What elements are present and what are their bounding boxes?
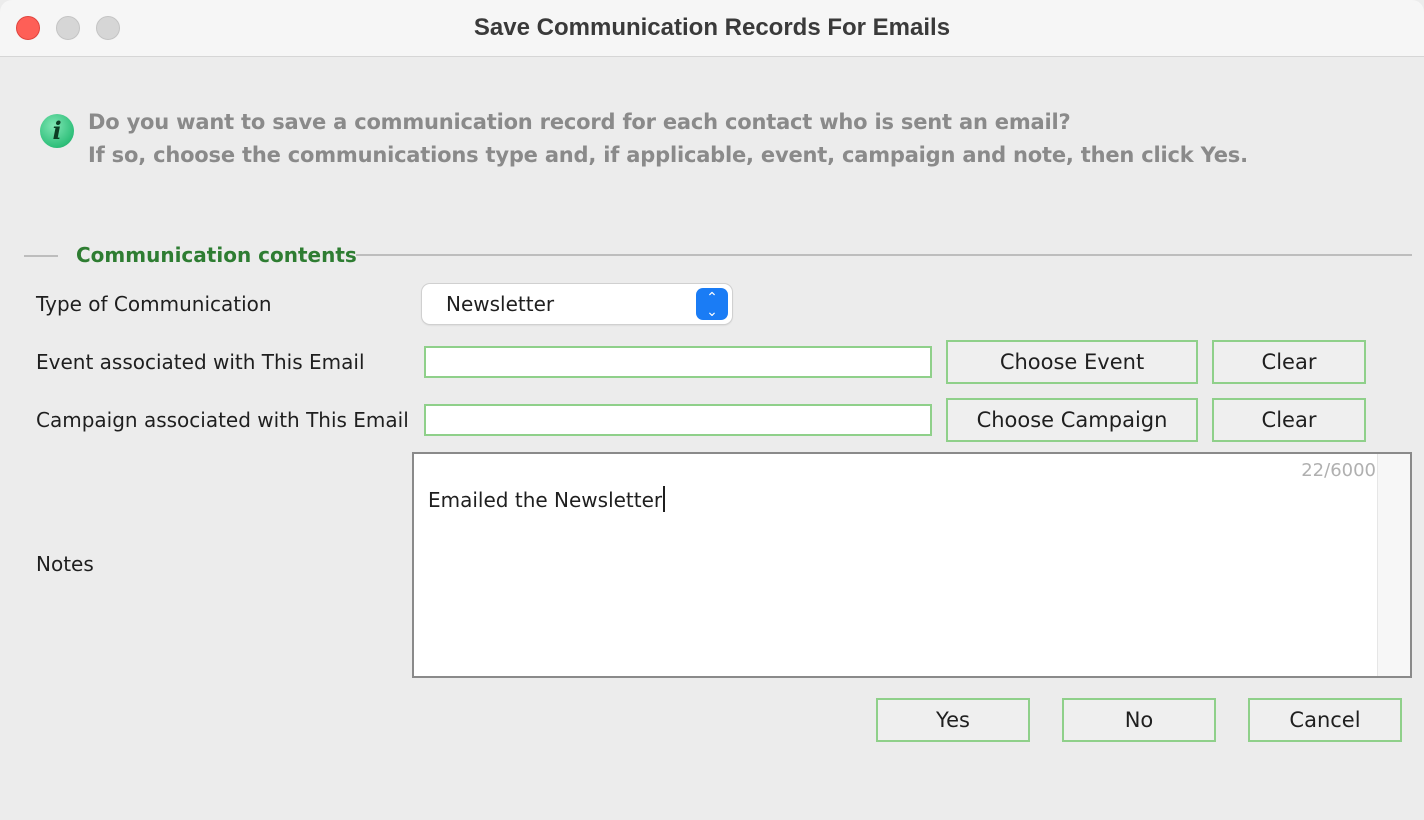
section-divider-right [356,254,1412,256]
notes-scrollbar[interactable] [1377,454,1410,676]
notes-value: Emailed the Newsletter [428,488,663,512]
window-title: Save Communication Records For Emails [473,14,951,41]
cancel-button[interactable]: Cancel [1248,698,1402,742]
section-divider-left [24,255,58,257]
choose-campaign-button[interactable]: Choose Campaign [946,398,1198,442]
choose-event-button[interactable]: Choose Event [946,340,1198,384]
notes-textarea[interactable]: 22/6000 Emailed the Newsletter [412,452,1412,678]
title-bar: Save Communication Records For Emails [0,0,1424,57]
event-field[interactable] [424,346,932,378]
dialog-window: Save Communication Records For Emails i … [0,0,1424,820]
section-title: Communication contents [76,243,357,267]
yes-button[interactable]: Yes [876,698,1030,742]
info-message-line-2: If so, choose the communications type an… [88,143,1248,167]
clear-campaign-button[interactable]: Clear [1212,398,1366,442]
clear-event-button[interactable]: Clear [1212,340,1366,384]
campaign-field[interactable] [424,404,932,436]
info-message: Do you want to save a communication reco… [88,106,1248,172]
info-message-line-1: Do you want to save a communication reco… [88,110,1071,134]
chevron-up-down-icon: ⌃ ⌄ [696,288,728,320]
notes-text: Emailed the Newsletter [428,486,666,512]
type-of-communication-label: Type of Communication [36,292,272,316]
type-of-communication-select[interactable]: Newsletter ⌃ ⌄ [422,284,732,324]
type-of-communication-value: Newsletter [446,292,555,316]
notes-character-count: 22/6000 [1301,460,1376,481]
campaign-label: Campaign associated with This Email [36,408,409,432]
info-icon: i [40,114,74,148]
event-label: Event associated with This Email [36,350,365,374]
no-button[interactable]: No [1062,698,1216,742]
notes-label: Notes [36,552,94,576]
text-caret [663,486,666,512]
